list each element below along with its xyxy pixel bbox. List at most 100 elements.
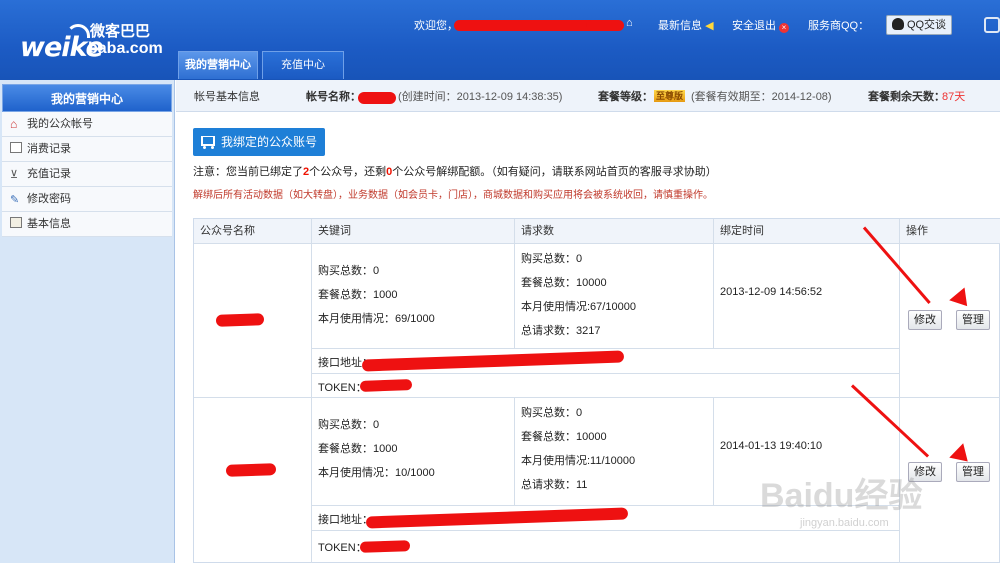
note-prefix: 注意：您当前已绑定了: [193, 166, 303, 178]
logout-label: 安全退出: [732, 20, 776, 32]
redacted-username-2: [586, 20, 624, 34]
redacted-api-url: [365, 507, 629, 529]
table-row-1-api-url: 接口地址：: [312, 349, 900, 374]
req-package-total: 套餐总数：10000: [521, 431, 607, 443]
manage-button[interactable]: 管理: [956, 310, 990, 330]
latest-info-link[interactable]: 最新信息 ◀: [658, 17, 714, 33]
header: weike 微客巴巴 baba.com 欢迎您， ⌂ 最新信息 ◀ 安全退出 × …: [0, 0, 1000, 80]
sidebar-item-recharge[interactable]: ⊻ 充值记录: [2, 162, 172, 187]
logout-link[interactable]: 安全退出 ×: [732, 17, 789, 33]
sidebar-item-password[interactable]: ✎ 修改密码: [2, 187, 172, 212]
redacted-account: [225, 463, 277, 477]
note-middle: 个公众号，还剩: [309, 166, 387, 178]
latest-info-label: 最新信息: [658, 20, 702, 32]
account-name-label: 帐号名称：: [306, 91, 361, 103]
kw-purchase-total: 购买总数：0: [318, 419, 380, 431]
th-requests: 请求数: [515, 219, 714, 244]
user-icon[interactable]: [984, 17, 1000, 33]
logo-sub-text: baba.com: [88, 40, 163, 57]
remaining-days-label: 套餐剩余天数：: [868, 91, 945, 103]
tab-marketing-center[interactable]: 我的营销中心: [178, 51, 258, 79]
folder-icon: [10, 217, 22, 228]
table-row-1-keywords: 购买总数：0 套餐总数：1000 本月使用情况：69/1000: [312, 244, 515, 349]
table-row-1-bind-time: 2013-12-09 14:56:52: [714, 244, 900, 349]
tab-recharge-center[interactable]: 充值中心: [262, 51, 344, 79]
redacted-api-url: [361, 350, 625, 372]
bind-quota-note: 注意：您当前已绑定了2个公众号，还剩0个公众号解绑配额。（如有疑问，请联系网站首…: [193, 163, 717, 179]
accounts-table: 公众号名称 关键词 请求数 绑定时间 操作 购买总数：0 套餐总数：1000 本…: [193, 218, 1000, 563]
edit-button[interactable]: 修改: [908, 310, 942, 330]
sidebar: 我的营销中心 ⌂ 我的公众帐号 消费记录 ⊻ 充值记录 ✎ 修改密码 基本信息: [0, 80, 175, 563]
edit-button[interactable]: 修改: [908, 462, 942, 482]
package-level-label: 套餐等级：: [598, 91, 653, 103]
service-qq-label: 服务商QQ：: [808, 20, 870, 32]
logo-cn-text: 微客巴巴: [90, 23, 151, 40]
api-url-label: 接口地址：: [318, 514, 373, 526]
sidebar-item-label: 充值记录: [27, 168, 71, 180]
bind-time-value: 2014-01-13 19:40:10: [720, 440, 823, 452]
qq-penguin-icon: [891, 18, 904, 30]
req-monthly-usage: 本月使用情况:11/10000: [521, 455, 636, 467]
section-title: 帐号基本信息: [194, 91, 260, 103]
pencil-icon: ✎: [10, 194, 20, 206]
home-icon[interactable]: ⌂: [626, 17, 633, 29]
table-row-1-requests: 购买总数：0 套餐总数：10000 本月使用情况:67/10000 总请求数：3…: [515, 244, 714, 349]
bind-time-value: 2013-12-09 14:56:52: [720, 286, 823, 298]
th-account-name: 公众号名称: [194, 219, 312, 244]
note-suffix: 个公众号解绑配额。（如有疑问，请联系网站首页的客服寻求协助）: [392, 166, 717, 178]
table-row-1-token: TOKEN：: [312, 374, 900, 398]
home-icon: ⌂: [10, 117, 18, 131]
req-monthly-usage: 本月使用情况:67/10000: [521, 301, 636, 313]
table-row-1-account: [194, 244, 312, 398]
remaining-days-value: 87天: [942, 91, 966, 103]
kw-package-total: 套餐总数：1000: [318, 443, 398, 455]
table-row-1-actions: 修改 管理: [900, 244, 1000, 398]
level-badge-text: 至尊版: [654, 90, 686, 102]
account-info-bar: 帐号基本信息 帐号名称： (创建时间：2013-12-09 14:38:35) …: [176, 80, 1000, 112]
table-row-2-actions: 修改 管理: [900, 398, 1000, 563]
baidu-watermark-url: jingyan.baidu.com: [800, 517, 889, 529]
th-actions: 操作: [900, 219, 1000, 244]
kw-monthly-usage: 本月使用情况：10/1000: [318, 467, 435, 479]
req-package-total: 套餐总数：10000: [521, 277, 607, 289]
req-all-total: 总请求数：11: [521, 479, 588, 491]
req-purchase-total: 购买总数：0: [521, 253, 583, 265]
close-icon: ×: [779, 23, 789, 33]
list-icon: [10, 142, 22, 153]
table-row-2-requests: 购买总数：0 套餐总数：10000 本月使用情况:11/10000 总请求数：1…: [515, 398, 714, 506]
qq-chat-label: QQ交谈: [906, 19, 947, 31]
qq-chat-button[interactable]: QQ交谈: [886, 15, 952, 35]
req-purchase-total: 购买总数：0: [521, 407, 583, 419]
created-time: (创建时间：2013-12-09 14:38:35): [398, 91, 563, 103]
welcome-text: 欢迎您，: [414, 20, 458, 32]
sidebar-item-label: 消费记录: [27, 143, 71, 155]
table-row-2-account: [194, 398, 312, 563]
table-row-2-keywords: 购买总数：0 套餐总数：1000 本月使用情况：10/1000: [312, 398, 515, 506]
table-row-2-bind-time: 2014-01-13 19:40:10: [714, 398, 900, 506]
sidebar-item-consumption[interactable]: 消费记录: [2, 137, 172, 162]
table-row-2-token: TOKEN：: [312, 531, 900, 563]
redacted-token: [359, 379, 413, 392]
kw-purchase-total: 购买总数：0: [318, 265, 380, 277]
kw-package-total: 套餐总数：1000: [318, 289, 398, 301]
th-bind-time: 绑定时间: [714, 219, 900, 244]
redacted-account-name: [358, 92, 396, 104]
sidebar-item-basic-info[interactable]: 基本信息: [2, 212, 172, 237]
sidebar-item-public-accounts[interactable]: ⌂ 我的公众帐号: [2, 112, 172, 137]
kw-monthly-usage: 本月使用情况：69/1000: [318, 313, 435, 325]
package-level-badge: 至尊版: [654, 80, 686, 114]
sidebar-title: 我的营销中心: [2, 84, 172, 112]
cart-icon: [201, 136, 215, 149]
sidebar-item-label: 修改密码: [27, 193, 71, 205]
bound-accounts-button[interactable]: 我绑定的公众账号: [193, 128, 325, 156]
speaker-icon: ◀: [705, 20, 714, 32]
package-valid-until: (套餐有效期至：2014-12-08): [691, 91, 832, 103]
th-keywords: 关键词: [312, 219, 515, 244]
bound-accounts-label: 我绑定的公众账号: [221, 135, 318, 149]
unbind-warning: 解绑后所有活动数据（如大转盘），业务数据（如会员卡，门店），商城数据和购买应用将…: [193, 190, 713, 201]
req-all-total: 总请求数：3217: [521, 325, 601, 337]
redacted-account: [215, 313, 265, 327]
sidebar-item-label: 基本信息: [27, 218, 71, 230]
cart-icon: ⊻: [10, 169, 19, 181]
sidebar-item-label: 我的公众帐号: [27, 118, 93, 130]
